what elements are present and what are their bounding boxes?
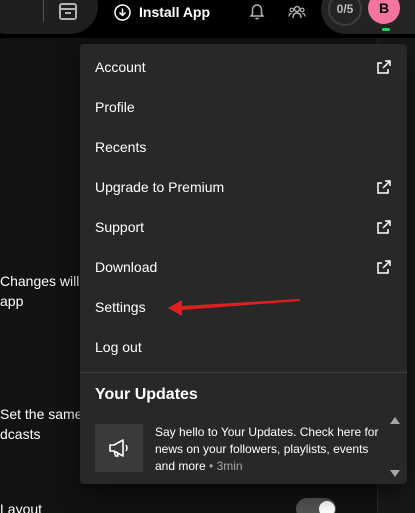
tasks-progress-badge[interactable]: 0/5 — [328, 0, 362, 26]
external-link-icon — [376, 219, 392, 235]
install-app-button[interactable]: Install App — [114, 0, 210, 24]
menu-item-label: Download — [95, 259, 158, 275]
annotation-arrow — [168, 299, 300, 316]
bg-setting-desc: Set the same — [0, 406, 83, 422]
avatar[interactable]: B — [368, 0, 400, 24]
search-divider — [43, 0, 44, 22]
browse-icon[interactable] — [57, 0, 79, 22]
menu-item-support[interactable]: Support — [84, 207, 403, 247]
menu-item-logout[interactable]: Log out — [84, 327, 403, 367]
setting-toggle[interactable] — [296, 498, 336, 513]
menu-item-label: Support — [95, 219, 145, 235]
menu-item-profile[interactable]: Profile — [84, 87, 403, 127]
update-time: • 3min — [209, 459, 243, 473]
updates-title: Your Updates — [95, 386, 198, 403]
account-menu: Account Profile Recents Upgrade to Premi… — [80, 44, 407, 484]
bg-setting-desc: dcasts — [0, 426, 41, 442]
megaphone-icon — [95, 424, 143, 472]
bell-icon[interactable] — [247, 2, 267, 22]
search-bar[interactable] — [0, 0, 98, 34]
menu-item-label: Log out — [95, 339, 142, 355]
menu-item-account[interactable]: Account — [84, 47, 403, 87]
update-message: Say hello to Your Updates. Check here fo… — [155, 424, 385, 475]
profile-group: 0/5 B — [321, 0, 415, 34]
external-link-icon — [376, 59, 392, 75]
external-link-icon — [376, 259, 392, 275]
scroll-down-arrow[interactable] — [390, 470, 400, 477]
bg-setting-desc: app — [0, 293, 24, 309]
scroll-up-arrow[interactable] — [390, 417, 400, 424]
install-app-label: Install App — [139, 4, 211, 20]
update-text: Say hello to Your Updates. Check here fo… — [155, 425, 379, 473]
menu-item-download[interactable]: Download — [84, 247, 403, 287]
toggle-knob — [319, 501, 335, 513]
menu-item-upgrade[interactable]: Upgrade to Premium — [84, 167, 403, 207]
update-card[interactable]: Say hello to Your Updates. Check here fo… — [95, 424, 385, 474]
menu-item-recents[interactable]: Recents — [84, 127, 403, 167]
friends-icon[interactable] — [287, 2, 307, 22]
online-indicator — [382, 28, 390, 31]
download-circle-icon — [114, 3, 131, 21]
menu-item-label: Upgrade to Premium — [95, 179, 225, 195]
external-link-icon — [376, 179, 392, 195]
menu-item-label: Recents — [95, 139, 147, 155]
menu-item-label: Profile — [95, 99, 135, 115]
menu-divider — [80, 372, 407, 373]
top-bar: Install App 0/5 B — [0, 0, 415, 38]
menu-item-label: Account — [95, 59, 146, 75]
bg-setting-label: Layout — [0, 501, 43, 513]
bg-setting-desc: Changes will — [0, 273, 80, 289]
app-window: Changes will app Set the same dcasts Lay… — [0, 0, 415, 513]
